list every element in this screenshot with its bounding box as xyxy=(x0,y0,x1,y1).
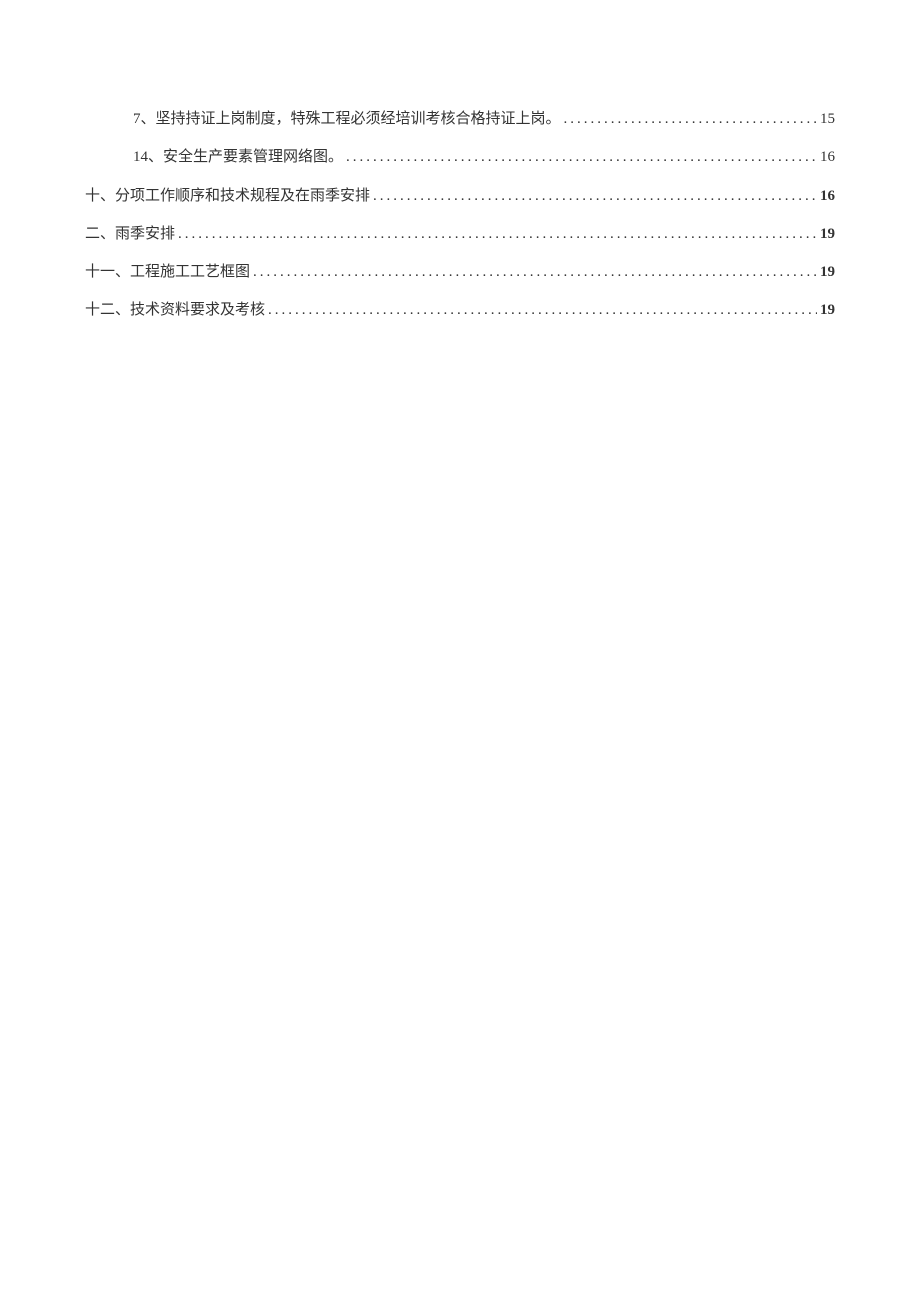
toc-entry-page: 19 xyxy=(820,291,835,329)
toc-entry: 7、坚持持证上岗制度，特殊工程必须经培训考核合格持证上岗。 15 xyxy=(85,100,835,138)
toc-entry-text: 14、安全生产要素管理网络图。 xyxy=(133,138,343,176)
toc-entry-text: 十、分项工作顺序和技术规程及在雨季安排 xyxy=(85,177,370,215)
toc-leader-dots xyxy=(268,291,817,329)
toc-leader-dots xyxy=(373,177,817,215)
toc-entry: 十二、技术资料要求及考核 19 xyxy=(85,291,835,329)
toc-entry: 二、雨季安排 19 xyxy=(85,215,835,253)
toc-entry: 十、分项工作顺序和技术规程及在雨季安排 16 xyxy=(85,177,835,215)
toc-entry-page: 19 xyxy=(820,253,835,291)
toc-entry-text: 十二、技术资料要求及考核 xyxy=(85,291,265,329)
toc-leader-dots xyxy=(178,215,817,253)
toc-entry: 14、安全生产要素管理网络图。 16 xyxy=(85,138,835,176)
toc-entry-page: 16 xyxy=(820,177,835,215)
toc-leader-dots xyxy=(253,253,817,291)
toc-entry-text: 7、坚持持证上岗制度，特殊工程必须经培训考核合格持证上岗。 xyxy=(133,100,561,138)
toc-entry-text: 二、雨季安排 xyxy=(85,215,175,253)
toc-entry-page: 16 xyxy=(820,138,835,176)
toc-leader-dots xyxy=(346,138,817,176)
toc-entry-text: 十一、工程施工工艺框图 xyxy=(85,253,250,291)
toc-entry-page: 19 xyxy=(820,215,835,253)
toc-leader-dots xyxy=(564,100,817,138)
toc-entry-page: 15 xyxy=(820,100,835,138)
table-of-contents: 7、坚持持证上岗制度，特殊工程必须经培训考核合格持证上岗。 15 14、安全生产… xyxy=(85,100,835,330)
toc-entry: 十一、工程施工工艺框图 19 xyxy=(85,253,835,291)
